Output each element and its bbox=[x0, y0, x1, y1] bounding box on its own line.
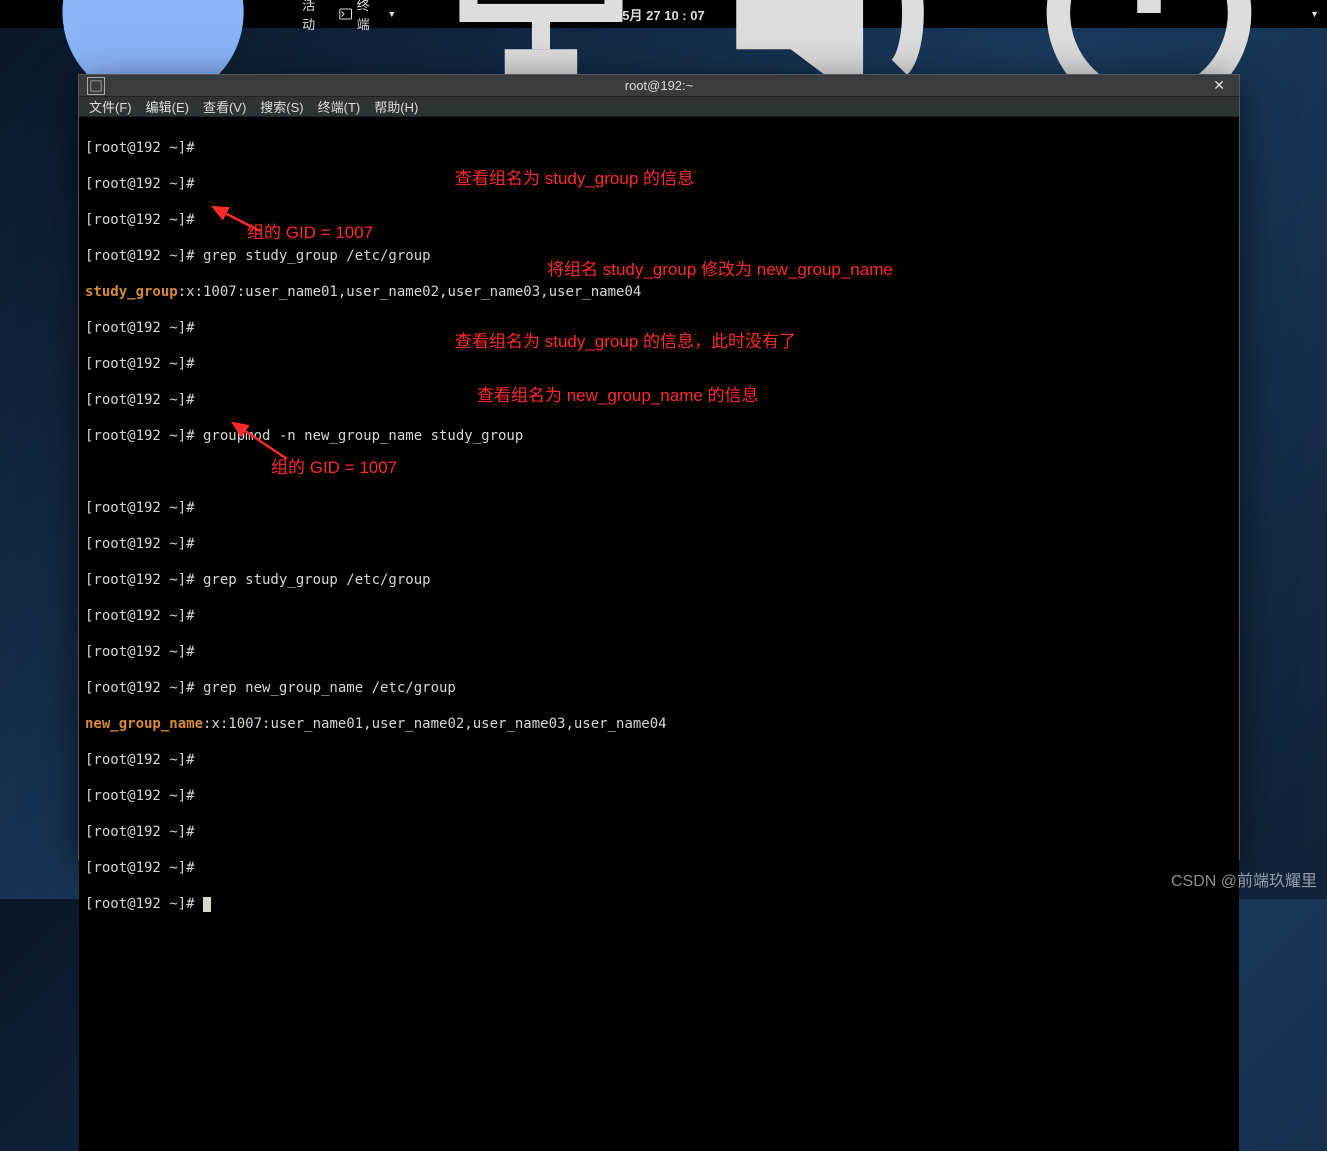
terminal-line: [root@192 ~]# bbox=[85, 643, 1233, 661]
window-icon bbox=[87, 77, 105, 95]
terminal-line: study_group:x:1007:user_name01,user_name… bbox=[85, 283, 1233, 301]
terminal-line: [root@192 ~]# bbox=[85, 607, 1233, 625]
terminal-text: [root@192 ~]# bbox=[85, 896, 203, 912]
terminal-line: [root@192 ~]# bbox=[85, 211, 1233, 229]
terminal-line bbox=[85, 463, 1233, 481]
menu-search[interactable]: 搜索(S) bbox=[260, 97, 303, 116]
terminal-text: :x:1007:user_name01,user_name02,user_nam… bbox=[203, 716, 667, 732]
terminal-line: [root@192 ~]# bbox=[85, 355, 1233, 373]
terminal-icon bbox=[339, 7, 352, 21]
menu-help[interactable]: 帮助(H) bbox=[374, 97, 418, 116]
highlight: study_group bbox=[85, 284, 178, 300]
terminal-line: [root@192 ~]# bbox=[85, 139, 1233, 157]
menu-edit[interactable]: 编辑(E) bbox=[146, 97, 189, 116]
window-titlebar[interactable]: root@192:~ ✕ bbox=[79, 75, 1239, 97]
menu-file[interactable]: 文件(F) bbox=[89, 97, 132, 116]
menu-view[interactable]: 查看(V) bbox=[203, 97, 246, 116]
app-menubar: 文件(F) 编辑(E) 查看(V) 搜索(S) 终端(T) 帮助(H) bbox=[79, 97, 1239, 117]
watermark: CSDN @前端玖耀里 bbox=[1171, 867, 1317, 891]
terminal-line: [root@192 ~]# grep study_group /etc/grou… bbox=[85, 571, 1233, 589]
menu-terminal[interactable]: 终端(T) bbox=[318, 97, 361, 116]
terminal-line: [root@192 ~]# bbox=[85, 319, 1233, 337]
terminal-line: [root@192 ~]# grep new_group_name /etc/g… bbox=[85, 679, 1233, 697]
terminal-line: [root@192 ~]# bbox=[85, 499, 1233, 517]
terminal-line: [root@192 ~]# bbox=[85, 895, 1233, 913]
highlight: new_group_name bbox=[85, 716, 203, 732]
terminal-line: [root@192 ~]# bbox=[85, 391, 1233, 409]
activities-label: 活动 bbox=[302, 0, 327, 33]
cursor bbox=[203, 897, 211, 912]
terminal-text: :x:1007:user_name01,user_name02,user_nam… bbox=[178, 284, 642, 300]
terminal-window: root@192:~ ✕ 文件(F) 编辑(E) 查看(V) 搜索(S) 终端(… bbox=[78, 74, 1240, 860]
terminal-line: [root@192 ~]# bbox=[85, 823, 1233, 841]
terminal-line: [root@192 ~]# groupmod -n new_group_name… bbox=[85, 427, 1233, 445]
clock[interactable]: 5月 27 10 : 07 bbox=[622, 5, 704, 24]
terminal-line: [root@192 ~]# bbox=[85, 175, 1233, 193]
terminal-line: [root@192 ~]# bbox=[85, 859, 1233, 877]
terminal-line: [root@192 ~]# bbox=[85, 751, 1233, 769]
gnome-topbar: 活动 终端 ▼ 5月 27 10 : 07 ▼ bbox=[0, 0, 1327, 28]
terminal-line: new_group_name:x:1007:user_name01,user_n… bbox=[85, 715, 1233, 733]
terminal-line: [root@192 ~]# bbox=[85, 787, 1233, 805]
terminal-line: [root@192 ~]# bbox=[85, 535, 1233, 553]
terminal-line: [root@192 ~]# grep study_group /etc/grou… bbox=[85, 247, 1233, 265]
topbar-terminal-menu[interactable]: 终端 ▼ bbox=[339, 0, 396, 33]
chevron-down-icon[interactable]: ▼ bbox=[1310, 9, 1319, 19]
chevron-down-icon: ▼ bbox=[387, 9, 396, 19]
window-title: root@192:~ bbox=[625, 78, 694, 93]
topbar-terminal-label: 终端 bbox=[357, 0, 382, 33]
terminal-content[interactable]: [root@192 ~]# [root@192 ~]# [root@192 ~]… bbox=[79, 117, 1239, 1151]
close-button[interactable]: ✕ bbox=[1207, 75, 1231, 96]
